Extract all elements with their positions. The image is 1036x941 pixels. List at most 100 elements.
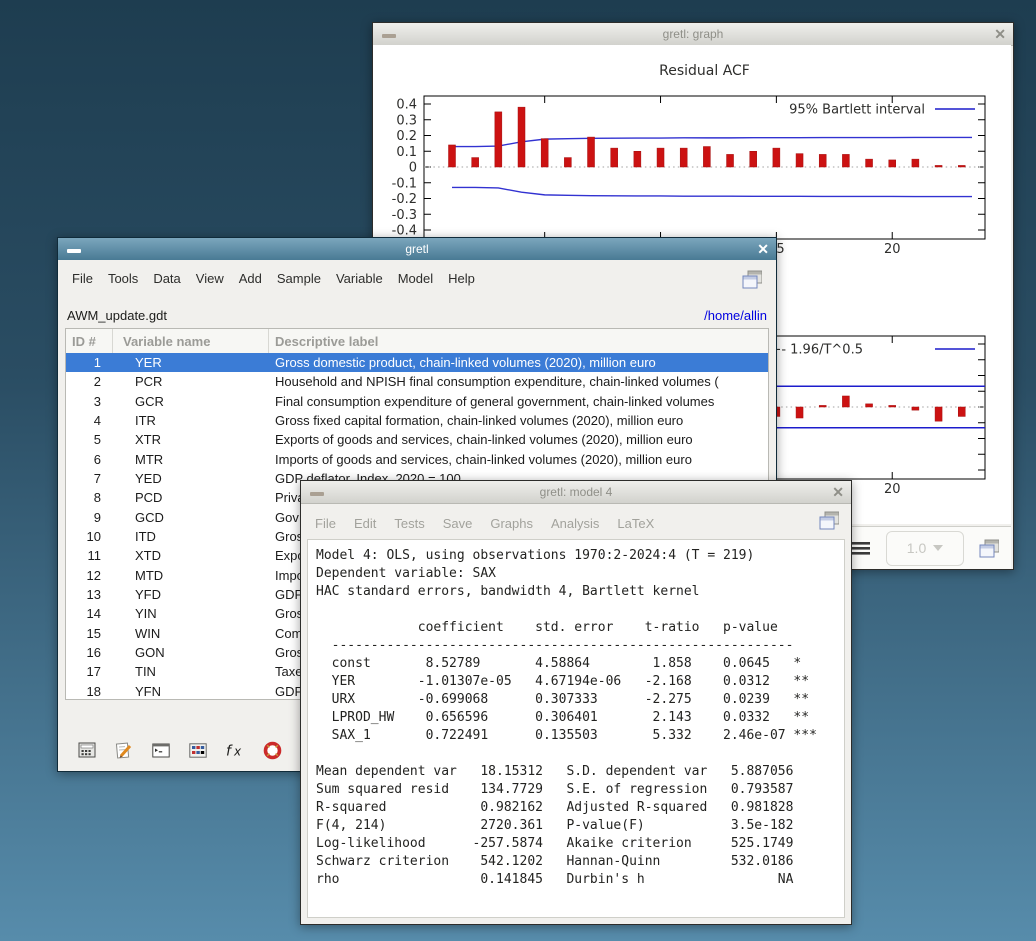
menu-item[interactable]: Help xyxy=(448,271,475,286)
windows-stack-icon xyxy=(742,270,762,289)
dataset-statusrow: AWM_update.gdt /home/allin xyxy=(67,304,767,328)
menu-item[interactable]: Sample xyxy=(277,271,321,286)
table-cell: GCR xyxy=(113,392,269,411)
table-cell: 1 xyxy=(66,353,113,372)
table-cell: MTR xyxy=(113,450,269,469)
calculator-icon xyxy=(78,742,96,758)
menu-item[interactable]: Analysis xyxy=(551,516,599,531)
table-cell: GON xyxy=(113,643,269,662)
table-cell: YFN xyxy=(113,682,269,699)
menu-item[interactable]: Variable xyxy=(336,271,383,286)
windows-stack-icon xyxy=(819,511,839,530)
zoom-value: 1.0 xyxy=(907,540,926,556)
svg-text:x: x xyxy=(233,744,242,758)
table-cell: ITD xyxy=(113,527,269,546)
menu-item[interactable]: View xyxy=(196,271,224,286)
table-cell: PCR xyxy=(113,372,269,391)
svg-text:0.3: 0.3 xyxy=(396,113,417,128)
menu-item[interactable]: Graphs xyxy=(490,516,533,531)
graph-titlebar[interactable]: gretl: graph ✕ xyxy=(373,23,1013,46)
svg-text:-0.2: -0.2 xyxy=(392,192,417,207)
table-row[interactable]: 3GCRFinal consumption expenditure of gen… xyxy=(66,392,768,411)
new-script-button[interactable] xyxy=(114,740,134,760)
svg-text:0.4: 0.4 xyxy=(396,98,417,113)
table-cell: 9 xyxy=(66,508,113,527)
svg-text:20: 20 xyxy=(884,482,901,497)
column-header-id[interactable]: ID # xyxy=(66,329,113,353)
calculator-button[interactable] xyxy=(77,740,97,760)
menu-item[interactable]: Save xyxy=(443,516,473,531)
workdir-link[interactable]: /home/allin xyxy=(704,308,767,323)
windows-stack-icon xyxy=(979,539,999,558)
windows-button[interactable] xyxy=(819,510,839,530)
column-header-label[interactable]: Descriptive label xyxy=(269,329,768,353)
table-cell: ITR xyxy=(113,411,269,430)
menu-item[interactable]: Edit xyxy=(354,516,376,531)
table-cell: Imports of goods and services, chain-lin… xyxy=(269,450,768,469)
table-cell: 17 xyxy=(66,662,113,681)
menu-item[interactable]: File xyxy=(72,271,93,286)
function-packages-button[interactable]: f x xyxy=(225,740,245,760)
zoom-dropdown[interactable]: 1.0 xyxy=(886,531,964,566)
new-script-icon xyxy=(115,742,133,759)
table-cell: 14 xyxy=(66,604,113,623)
window-title: gretl: model 4 xyxy=(540,485,613,499)
table-cell: 15 xyxy=(66,624,113,643)
console-button[interactable] xyxy=(151,740,171,760)
table-cell: 16 xyxy=(66,643,113,662)
close-icon[interactable]: ✕ xyxy=(994,25,1006,43)
session-icon xyxy=(189,743,207,758)
menu-item[interactable]: File xyxy=(315,516,336,531)
close-icon[interactable]: ✕ xyxy=(757,240,769,258)
main-titlebar[interactable]: gretl ✕ xyxy=(58,238,776,260)
svg-text:20: 20 xyxy=(884,242,901,257)
menu-item[interactable]: LaTeX xyxy=(617,516,654,531)
minimize-icon[interactable] xyxy=(382,34,396,38)
table-cell: XTR xyxy=(113,430,269,449)
main-menubar: File Tools Data View Add Sample Variable Model H… xyxy=(58,260,776,297)
table-row[interactable]: 6MTRImports of goods and services, chain… xyxy=(66,450,768,469)
table-cell: YED xyxy=(113,469,269,488)
window-title: gretl: graph xyxy=(663,27,724,41)
close-icon[interactable]: ✕ xyxy=(832,483,844,501)
menu-item[interactable]: Tools xyxy=(108,271,138,286)
main-toolbar: f x xyxy=(77,739,282,761)
table-cell: 18 xyxy=(66,682,113,699)
table-cell: XTD xyxy=(113,546,269,565)
model-titlebar[interactable]: gretl: model 4 ✕ xyxy=(301,481,851,504)
table-cell: YER xyxy=(113,353,269,372)
minimize-icon[interactable] xyxy=(67,249,81,253)
table-row[interactable]: 5XTRExports of goods and services, chain… xyxy=(66,430,768,449)
table-row[interactable]: 1YERGross domestic product, chain-linked… xyxy=(66,353,768,372)
svg-text:0.1: 0.1 xyxy=(396,145,417,160)
column-header-name[interactable]: Variable name xyxy=(113,329,269,353)
svg-text:Residual ACF: Residual ACF xyxy=(659,63,750,79)
minimize-icon[interactable] xyxy=(310,492,324,496)
table-cell: 7 xyxy=(66,469,113,488)
table-cell: 5 xyxy=(66,430,113,449)
console-icon xyxy=(152,743,170,758)
menu-item[interactable]: Add xyxy=(239,271,262,286)
svg-text:-0.3: -0.3 xyxy=(392,208,417,223)
table-cell: Gross domestic product, chain-linked vol… xyxy=(269,353,768,372)
table-cell: GCD xyxy=(113,508,269,527)
list-header: ID # Variable name Descriptive label xyxy=(66,329,768,354)
table-cell: Gross fixed capital formation, chain-lin… xyxy=(269,411,768,430)
windows-button[interactable] xyxy=(979,538,999,558)
table-cell: Household and NPISH final consumption ex… xyxy=(269,372,768,391)
menu-item[interactable]: Model xyxy=(398,271,433,286)
table-row[interactable]: 2PCRHousehold and NPISH final consumptio… xyxy=(66,372,768,391)
table-cell: WIN xyxy=(113,624,269,643)
table-row[interactable]: 4ITRGross fixed capital formation, chain… xyxy=(66,411,768,430)
windows-button[interactable] xyxy=(742,269,762,289)
menu-item[interactable]: Data xyxy=(153,271,180,286)
model-output: Model 4: OLS, using observations 1970:2-… xyxy=(307,539,845,918)
session-button[interactable] xyxy=(188,740,208,760)
menu-button[interactable] xyxy=(851,538,871,558)
help-button[interactable] xyxy=(262,740,282,760)
svg-text:0: 0 xyxy=(409,161,417,176)
table-cell: 12 xyxy=(66,566,113,585)
table-cell: 11 xyxy=(66,546,113,565)
menu-item[interactable]: Tests xyxy=(394,516,424,531)
model-menubar: File Edit Tests Save Graphs Analysis LaTeX xyxy=(301,504,851,542)
